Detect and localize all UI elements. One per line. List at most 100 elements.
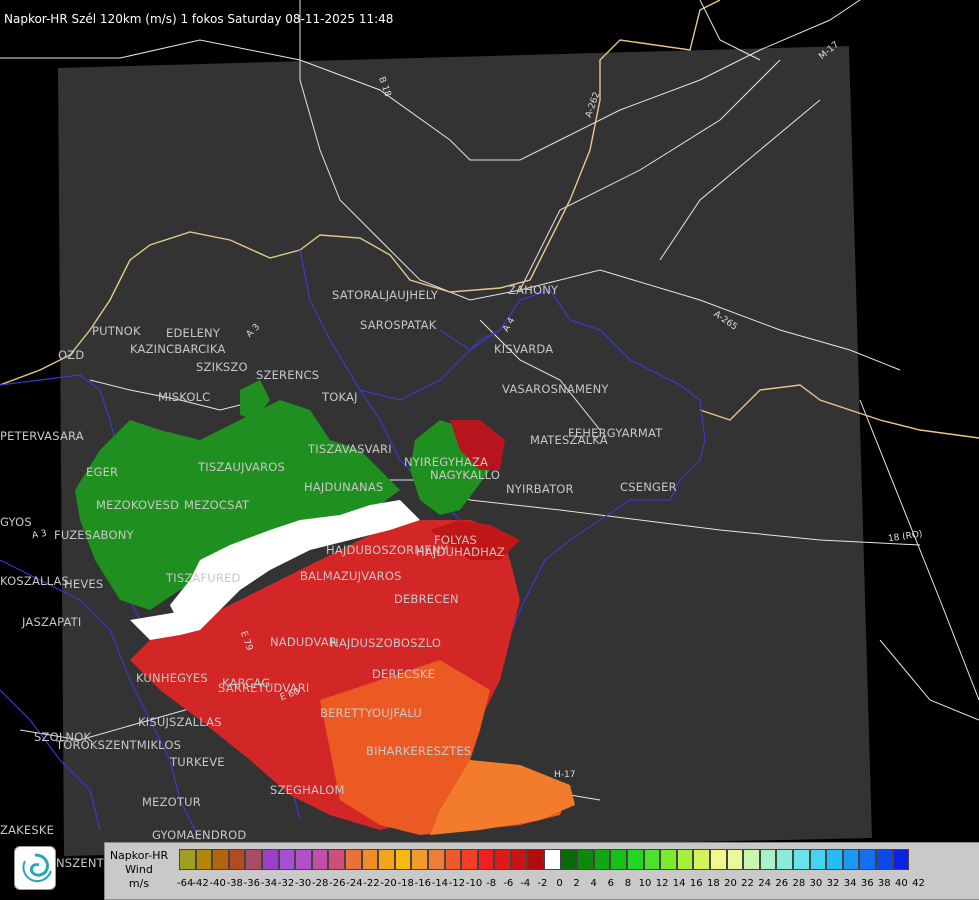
place-label: JASZAPATI <box>22 615 82 629</box>
legend-tick: 38 <box>877 878 891 889</box>
place-label: SATORALJAUJHELY <box>332 288 439 302</box>
legend-swatch <box>544 849 561 870</box>
legend-swatch <box>394 849 412 870</box>
place-label: FOLYAS <box>434 533 478 547</box>
legend-tick: 40 <box>895 878 908 889</box>
legend-swatch <box>792 849 810 870</box>
place-label: MEZOTUR <box>142 795 201 809</box>
place-label: TOROKSZENTMIKLOS <box>56 738 182 752</box>
legend-swatch <box>726 849 744 870</box>
place-label: DEBRECEN <box>394 592 459 606</box>
legend-tick: -38 <box>226 878 243 889</box>
legend-swatch <box>427 849 445 870</box>
legend-swatch <box>693 849 710 870</box>
place-label: FUZESABONY <box>54 528 134 542</box>
legend-tick: -2 <box>537 878 548 889</box>
place-label: NADUDVAR <box>270 635 337 649</box>
legend-tick: -36 <box>243 878 260 889</box>
place-label: MISKOLC <box>158 390 211 404</box>
legend-tick: -24 <box>346 878 363 889</box>
place-label: KOSZALLAS <box>0 574 70 588</box>
legend-swatch <box>710 849 727 870</box>
place-label: PUTNOK <box>92 324 141 338</box>
legend-tick: 18 <box>706 878 720 889</box>
legend-swatch <box>809 849 827 870</box>
legend-swatch <box>610 849 628 870</box>
place-label: BIHARKERESZTES <box>366 744 472 758</box>
legend-swatch <box>228 849 246 870</box>
legend-swatch <box>643 849 661 870</box>
legend-tick: 14 <box>672 878 686 889</box>
legend-swatch <box>195 849 213 870</box>
legend-swatch <box>859 849 876 870</box>
legend-swatch <box>361 849 379 870</box>
legend-tick: -30 <box>294 878 312 889</box>
road-label: H-17 <box>554 770 576 780</box>
legend-swatch <box>826 849 843 870</box>
place-label: MATESZALKA <box>530 433 608 447</box>
legend-tick: -34 <box>260 878 278 889</box>
legend-swatch <box>411 849 428 870</box>
legend-tick: 22 <box>741 878 754 889</box>
legend-swatch <box>344 849 362 870</box>
legend-tick: -28 <box>312 878 329 889</box>
legend-tick: -16 <box>414 878 431 889</box>
legend-tick: -8 <box>486 878 497 889</box>
place-label: VASAROSNAMENY <box>502 382 609 396</box>
legend-tick: -4 <box>520 878 531 889</box>
legend-swatch <box>179 849 196 870</box>
legend-tick: -18 <box>397 878 414 889</box>
legend-tick: -14 <box>431 878 449 889</box>
legend-swatch <box>627 849 644 870</box>
place-label: BALMAZUJVAROS <box>300 569 402 583</box>
place-label: CSENGER <box>620 480 677 494</box>
place-label: SAROSPATAK <box>360 318 437 332</box>
legend-swatch <box>461 849 478 870</box>
legend-tick: -32 <box>277 878 295 889</box>
place-label: KUNHEGYES <box>136 671 208 685</box>
place-label: ZAHONY <box>508 283 559 297</box>
legend-tick: 26 <box>775 878 789 889</box>
legend-swatch <box>212 849 229 870</box>
legend-swatch <box>743 849 760 870</box>
legend-tick: -6 <box>503 878 514 889</box>
legend-title: Napkor-HR Wind m/s <box>109 849 169 890</box>
legend-tick: 16 <box>689 878 703 889</box>
place-label: NYIRBATOR <box>506 482 574 496</box>
legend-tick: 10 <box>638 878 652 889</box>
legend-swatch <box>494 849 511 870</box>
place-label: TISZAUJVAROS <box>198 460 286 474</box>
place-label: SZEGHALOM <box>270 783 345 797</box>
place-label: ZAKESKE <box>0 823 55 837</box>
legend-swatch <box>245 849 262 870</box>
legend-swatch <box>593 849 611 870</box>
legend-swatch <box>759 849 777 870</box>
legend-swatch <box>278 849 296 870</box>
legend-swatch <box>261 849 279 870</box>
legend-swatch <box>577 849 594 870</box>
legend-tick: -10 <box>465 878 483 889</box>
legend-swatch <box>477 849 495 870</box>
legend-swatch <box>660 849 677 870</box>
legend-tick: 28 <box>792 878 806 889</box>
legend-tick: 20 <box>724 878 737 889</box>
place-label: MEZOCSAT <box>184 498 250 512</box>
place-label: HAJDUSZOBOSZLO <box>330 636 442 650</box>
legend-tick: 2 <box>573 878 580 889</box>
radar-map: Napkor-HR Szél 120km (m/s) 1 fokos Satur… <box>0 0 979 900</box>
place-label: NAGYKALLO <box>430 468 501 482</box>
place-label: OZD <box>58 348 85 362</box>
legend-swatch <box>378 849 395 870</box>
napkor-logo-icon <box>14 846 56 890</box>
legend-swatch <box>444 849 462 870</box>
place-label: KISUJSZALLAS <box>138 715 222 729</box>
place-label: EGER <box>86 465 119 479</box>
legend-tick: -20 <box>380 878 397 889</box>
legend-tick: 36 <box>860 878 874 889</box>
place-label: PETERVASARA <box>0 429 84 443</box>
place-label: TOKAJ <box>322 390 358 404</box>
wind-legend: Napkor-HR Wind m/s -64 -42 -40 -38 -36 -34 -32… <box>104 842 979 900</box>
place-label: TISZAFURED <box>166 571 241 585</box>
legend-swatch <box>560 849 578 870</box>
legend-swatch <box>892 849 910 870</box>
